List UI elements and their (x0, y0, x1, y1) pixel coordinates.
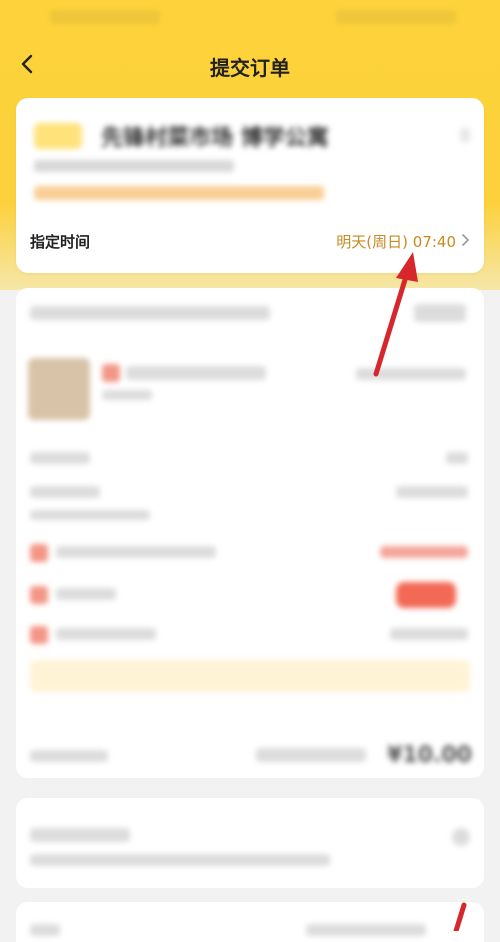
total-discount-value (256, 748, 366, 762)
delivery-time-label: 指定时间 (30, 233, 91, 251)
order-total: ¥10.00 (387, 743, 472, 768)
privacy-title (30, 828, 130, 842)
discount-label-1 (56, 546, 216, 558)
status-left (50, 10, 160, 24)
remark-value (306, 924, 426, 936)
delivery-time-row[interactable]: 指定时间 明天(周日) 07:40 (16, 223, 484, 257)
chevron-right-icon (462, 234, 469, 246)
store-address (34, 160, 234, 172)
status-bar (0, 0, 500, 36)
navigation-bar: 提交订单 (0, 40, 500, 90)
coupon-button[interactable] (396, 582, 456, 608)
product-spec (102, 390, 152, 400)
discount-icon-2 (30, 586, 48, 604)
remark-label (30, 924, 60, 936)
store-row[interactable]: 先锋村菜市场 博学公寓 (34, 120, 454, 152)
store-name: 先锋村菜市场 博学公寓 (101, 126, 329, 151)
delivery-info-text (30, 306, 270, 320)
privacy-card (16, 798, 484, 888)
status-right (336, 10, 456, 24)
store-tag (34, 123, 82, 149)
packing-fee-value (446, 452, 468, 464)
product-image (28, 358, 90, 420)
discount-label-2 (56, 588, 116, 600)
delivery-fee-label (30, 486, 100, 498)
product-tag-icon (102, 364, 120, 382)
discount-label-3 (56, 628, 156, 640)
discount-value-1[interactable] (380, 546, 468, 558)
store-tags (34, 186, 324, 200)
discount-icon-3 (30, 626, 48, 644)
packing-fee-label (30, 452, 90, 464)
discount-value-3[interactable] (390, 628, 468, 640)
discount-icon-1 (30, 544, 48, 562)
order-card: ¥10.00 (16, 288, 484, 778)
page-title: 提交订单 (210, 56, 290, 80)
store-card: 先锋村菜市场 博学公寓 指定时间 明天(周日) 07:40 (16, 98, 484, 273)
privacy-desc (30, 854, 330, 866)
promo-banner[interactable] (30, 660, 470, 692)
delivery-fee-note (30, 510, 150, 520)
delivery-fee-value (396, 486, 468, 498)
delivery-time-value[interactable]: 明天(周日) 07:40 (336, 231, 456, 252)
store-chevron-icon (460, 128, 470, 142)
product-price (356, 368, 466, 380)
privacy-toggle[interactable] (452, 828, 470, 846)
delivery-info-badge (414, 304, 466, 322)
remark-card (16, 902, 484, 942)
product-name (126, 366, 266, 380)
total-discount-label (30, 750, 108, 762)
